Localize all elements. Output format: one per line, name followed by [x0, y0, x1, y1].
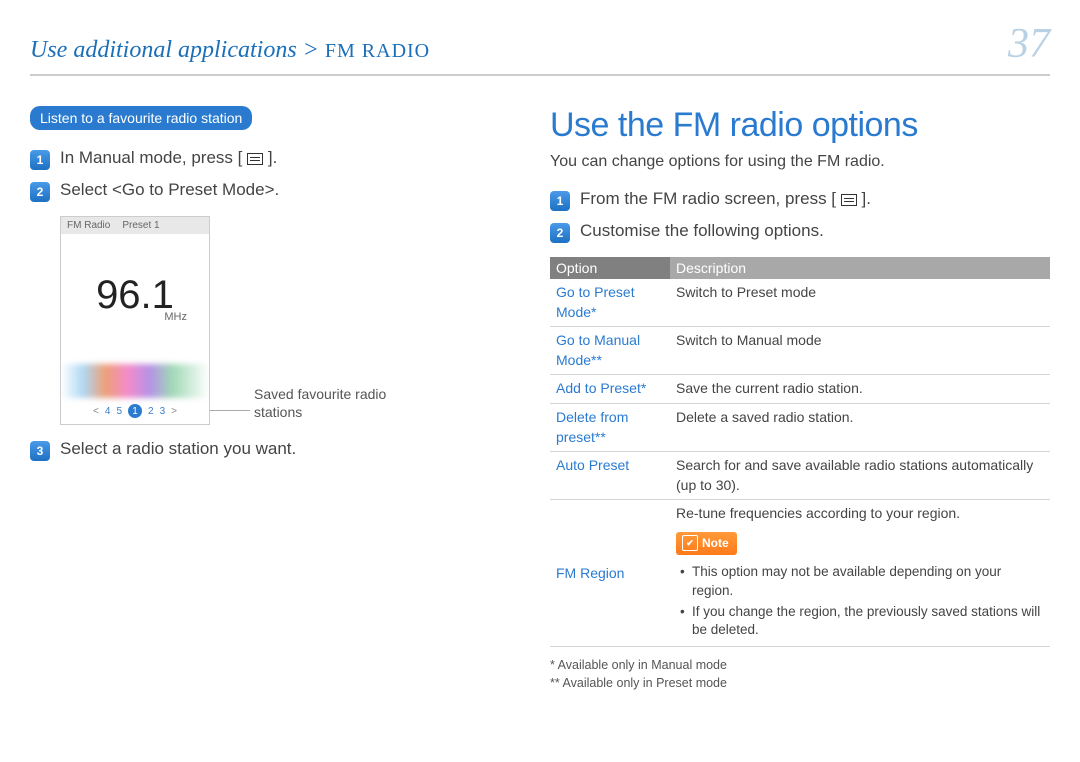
device-mockup: FM Radio Preset 1 96.1 MHz < 4 5 1 2 3 > — [60, 216, 210, 425]
page-number: 37 — [1008, 20, 1050, 68]
preset-5: 5 — [116, 406, 122, 417]
note-badge: Note — [676, 532, 737, 555]
table-header-row: Option Description — [550, 257, 1050, 279]
spectrum-graphic — [61, 364, 209, 398]
note-list: This option may not be available dependi… — [680, 563, 1044, 641]
note-item: This option may not be available dependi… — [680, 563, 1044, 601]
table-row: Delete from preset** Delete a saved radi… — [550, 403, 1050, 451]
breadcrumb-sub: FM RADIO — [325, 40, 430, 62]
section-subtitle-pill: Listen to a favourite radio station — [30, 106, 252, 130]
preset-row: < 4 5 1 2 3 > — [61, 398, 209, 424]
desc-cell: Switch to Manual mode — [670, 327, 1050, 375]
breadcrumb-main: Use additional applications — [30, 37, 297, 63]
table-row: FM Region Re-tune frequencies according … — [550, 500, 1050, 647]
right-step-list: 1 From the FM radio screen, press [ ]. 2… — [550, 189, 1050, 243]
step-number-2: 2 — [30, 182, 50, 202]
list-item: 1 In Manual mode, press [ ]. — [30, 148, 500, 170]
list-item: 1 From the FM radio screen, press [ ]. — [550, 189, 1050, 211]
content-columns: Listen to a favourite radio station 1 In… — [30, 106, 1050, 692]
menu-icon — [247, 153, 263, 165]
note-block: Note This option may not be available de… — [676, 532, 1044, 640]
opt-cell: Delete from preset** — [550, 403, 670, 451]
step-text: Select <Go to Preset Mode>. — [60, 180, 279, 200]
desc-cell: Delete a saved radio station. — [670, 403, 1050, 451]
desc-cell: Search for and save available radio stat… — [670, 452, 1050, 500]
step-text: Customise the following options. — [580, 221, 824, 241]
step-text: Select a radio station you want. — [60, 439, 296, 459]
opt-cell: Add to Preset* — [550, 375, 670, 404]
callout-text: Saved favourite radio stations — [254, 385, 424, 421]
th-description: Description — [670, 257, 1050, 279]
frequency-unit: MHz — [164, 311, 187, 323]
step-text: In Manual mode, press [ ]. — [60, 148, 277, 168]
left-step-list-2: 3 Select a radio station you want. — [30, 439, 500, 461]
fm-region-desc: Re-tune frequencies according to your re… — [676, 504, 1044, 524]
menu-icon — [841, 194, 857, 206]
callout-line — [210, 410, 250, 411]
step-number-2: 2 — [550, 223, 570, 243]
chevron-right-icon: > — [171, 406, 177, 417]
preset-4: 4 — [105, 406, 111, 417]
step-text: From the FM radio screen, press [ ]. — [580, 189, 871, 209]
step-number-3: 3 — [30, 441, 50, 461]
chevron-left-icon: < — [93, 406, 99, 417]
desc-cell: Switch to Preset mode — [670, 279, 1050, 327]
preset-1-selected: 1 — [128, 404, 142, 418]
device-titlebar: FM Radio Preset 1 — [61, 217, 209, 234]
list-item: 2 Customise the following options. — [550, 221, 1050, 243]
page-header: Use additional applications > FM RADIO 3… — [30, 20, 1050, 76]
options-table: Option Description Go to Preset Mode* Sw… — [550, 257, 1050, 647]
desc-cell: Save the current radio station. — [670, 375, 1050, 404]
section-title: Use the FM radio options — [550, 106, 1050, 145]
opt-cell: Auto Preset — [550, 452, 670, 500]
device-illustration-block: FM Radio Preset 1 96.1 MHz < 4 5 1 2 3 > — [60, 216, 500, 425]
table-row: Auto Preset Search for and save availabl… — [550, 452, 1050, 500]
preset-3: 3 — [160, 406, 166, 417]
preset-2: 2 — [148, 406, 154, 417]
device-title: FM Radio — [67, 220, 110, 231]
left-step-list: 1 In Manual mode, press [ ]. 2 Select <G… — [30, 148, 500, 202]
breadcrumb-sep: > — [303, 37, 319, 63]
frequency-display: 96.1 — [96, 275, 174, 315]
note-item: If you change the region, the previously… — [680, 603, 1044, 641]
opt-cell: FM Region — [550, 500, 670, 647]
table-row: Go to Manual Mode** Switch to Manual mod… — [550, 327, 1050, 375]
opt-cell: Go to Preset Mode* — [550, 279, 670, 327]
table-row: Add to Preset* Save the current radio st… — [550, 375, 1050, 404]
opt-cell: Go to Manual Mode** — [550, 327, 670, 375]
right-column: Use the FM radio options You can change … — [550, 106, 1050, 692]
desc-cell: Re-tune frequencies according to your re… — [670, 500, 1050, 647]
device-body: 96.1 MHz — [61, 234, 209, 364]
step-number-1: 1 — [550, 191, 570, 211]
left-column: Listen to a favourite radio station 1 In… — [30, 106, 500, 692]
breadcrumb: Use additional applications > FM RADIO — [30, 37, 430, 64]
note-label: Note — [702, 535, 729, 552]
list-item: 3 Select a radio station you want. — [30, 439, 500, 461]
footnote-1: * Available only in Manual mode — [550, 657, 1050, 675]
table-row: Go to Preset Mode* Switch to Preset mode — [550, 279, 1050, 327]
intro-text: You can change options for using the FM … — [550, 153, 1050, 171]
th-option: Option — [550, 257, 670, 279]
device-preset-label: Preset 1 — [122, 220, 159, 231]
footnotes: * Available only in Manual mode ** Avail… — [550, 657, 1050, 692]
list-item: 2 Select <Go to Preset Mode>. — [30, 180, 500, 202]
footnote-2: ** Available only in Preset mode — [550, 675, 1050, 693]
step-number-1: 1 — [30, 150, 50, 170]
